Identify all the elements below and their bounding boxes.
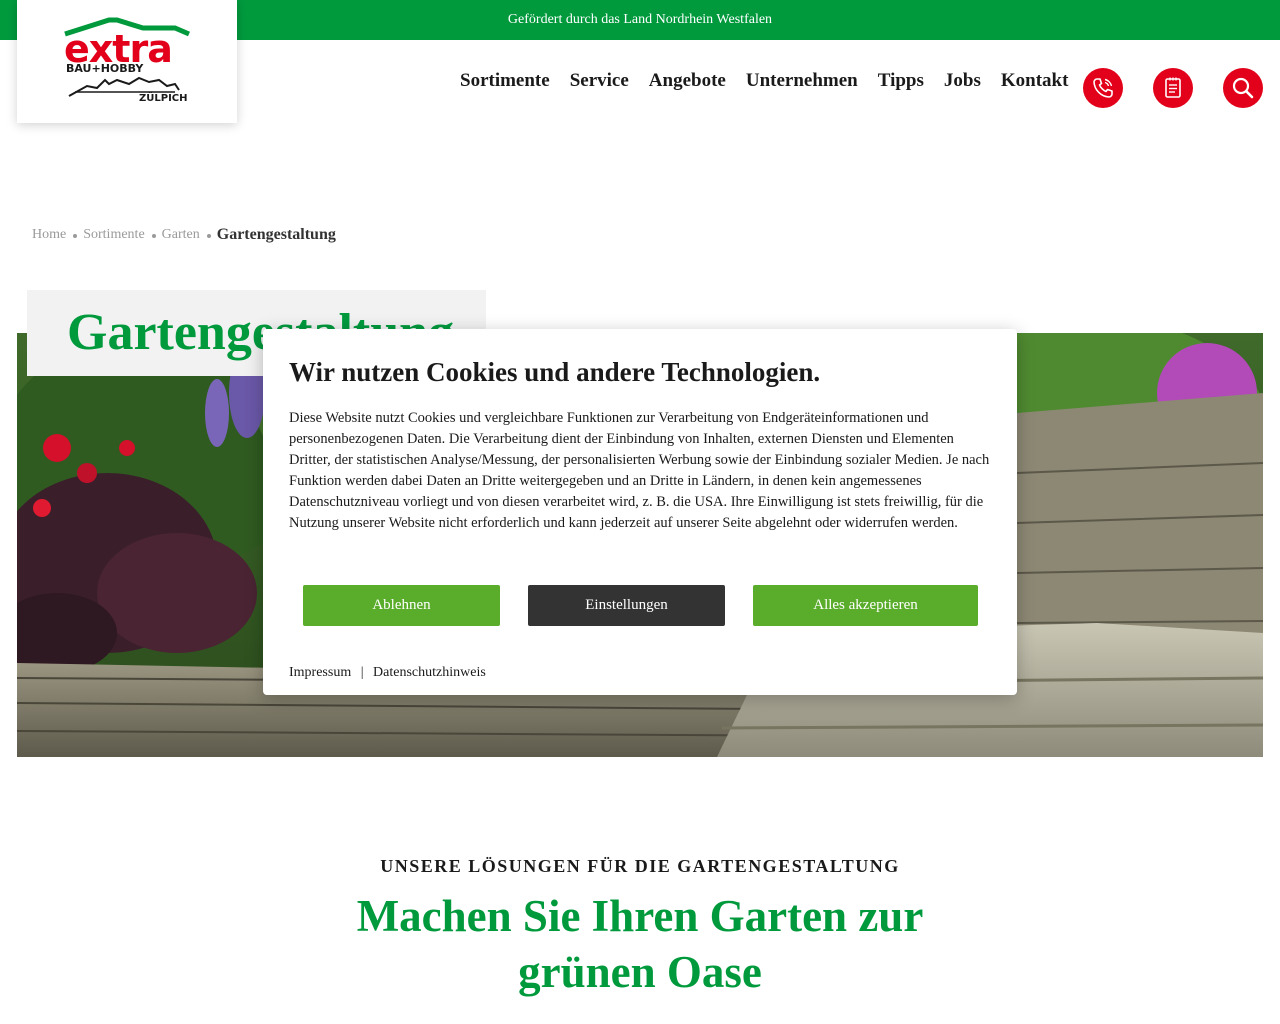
cookie-dialog-title: Wir nutzen Cookies und andere Technologi… bbox=[289, 357, 821, 387]
decline-button[interactable]: Ablehnen bbox=[303, 585, 500, 626]
svg-text:ZÜLPICH: ZÜLPICH bbox=[139, 90, 188, 104]
cookie-dialog-links: Impressum | Datenschutzhinweis bbox=[289, 665, 486, 681]
impressum-link[interactable]: Impressum bbox=[289, 665, 351, 680]
section-eyebrow: UNSERE LÖSUNGEN FÜR DIE GARTENGESTALTUNG bbox=[380, 856, 900, 876]
funding-notice-text: Gefördert durch das Land Nordrhein Westf… bbox=[507, 12, 773, 27]
breadcrumb-garten[interactable]: Garten bbox=[162, 227, 200, 243]
accept-all-button[interactable]: Alles akzeptieren bbox=[753, 585, 978, 626]
section-title-line-2: grünen Oase bbox=[518, 947, 762, 997]
breadcrumb-sortimente[interactable]: Sortimente bbox=[83, 227, 144, 243]
main-nav: Sortimente Service Angebote Unternehmen … bbox=[460, 70, 1068, 92]
nav-item-angebote[interactable]: Angebote bbox=[649, 70, 726, 92]
section-title-line-1: Machen Sie Ihren Garten zur bbox=[356, 891, 924, 941]
breadcrumb-separator bbox=[151, 234, 156, 238]
cookie-consent-dialog: Wir nutzen Cookies und andere Technologi… bbox=[263, 329, 1017, 695]
breadcrumb-separator bbox=[73, 234, 78, 238]
link-separator: | bbox=[360, 665, 364, 680]
breadcrumb-home[interactable]: Home bbox=[32, 227, 66, 243]
nav-item-jobs[interactable]: Jobs bbox=[944, 70, 981, 92]
settings-button[interactable]: Einstellungen bbox=[528, 585, 725, 626]
phone-icon bbox=[1093, 78, 1113, 98]
nav-item-unternehmen[interactable]: Unternehmen bbox=[746, 70, 858, 92]
section-title: Machen Sie Ihren Garten zur grünen Oase bbox=[0, 888, 1280, 1000]
breadcrumb: Home Sortimente Garten Gartengestaltung bbox=[32, 226, 336, 244]
cookie-dialog-body: Diese Website nutzt Cookies und vergleic… bbox=[289, 410, 990, 531]
nav-item-service[interactable]: Service bbox=[570, 70, 629, 92]
svg-text:BAU+HOBBY: BAU+HOBBY bbox=[66, 62, 144, 75]
breadcrumb-current: Gartengestaltung bbox=[216, 226, 336, 243]
phone-button[interactable] bbox=[1083, 68, 1123, 108]
logo[interactable]: extra BAU+HOBBY ZÜLPICH bbox=[17, 0, 237, 123]
nav-item-sortimente[interactable]: Sortimente bbox=[460, 70, 550, 92]
notepad-button[interactable] bbox=[1153, 68, 1193, 108]
nav-item-tipps[interactable]: Tipps bbox=[878, 70, 924, 92]
privacy-link[interactable]: Datenschutzhinweis bbox=[373, 665, 486, 680]
search-button[interactable] bbox=[1223, 68, 1263, 108]
extra-logo-graphic: extra BAU+HOBBY ZÜLPICH bbox=[64, 17, 190, 104]
nav-item-kontakt[interactable]: Kontakt bbox=[1001, 70, 1069, 92]
notepad-icon bbox=[1165, 77, 1181, 98]
breadcrumb-separator bbox=[206, 234, 211, 238]
search-icon bbox=[1232, 77, 1254, 99]
